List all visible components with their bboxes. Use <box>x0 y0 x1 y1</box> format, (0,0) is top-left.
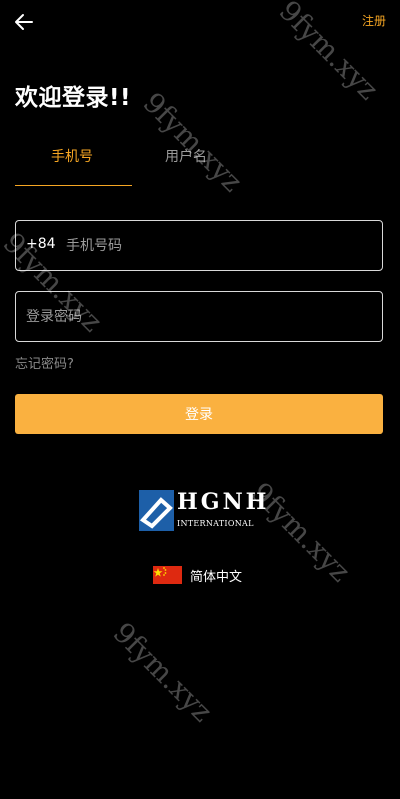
login-button[interactable]: 登录 <box>15 394 383 434</box>
active-tab-indicator <box>15 185 132 186</box>
brand-logo: HGNH INTERNATIONAL <box>139 489 266 531</box>
watermark: 9fym.xyz <box>244 476 357 589</box>
arrow-left-icon[interactable] <box>12 10 36 34</box>
watermark: 9fym.xyz <box>106 616 219 729</box>
register-link[interactable]: 注册 <box>362 12 386 29</box>
language-label: 简体中文 <box>190 570 243 585</box>
logo-subtitle: INTERNATIONAL <box>177 519 254 528</box>
tab-phone[interactable]: 手机号 <box>51 146 93 166</box>
page-title: 欢迎登录!! <box>15 85 131 111</box>
forgot-password-link[interactable]: 忘记密码? <box>15 353 74 372</box>
logo-mark-icon <box>139 490 174 531</box>
phone-field: +84 <box>15 220 383 271</box>
phone-input[interactable] <box>66 221 366 270</box>
china-flag-icon <box>153 566 182 584</box>
